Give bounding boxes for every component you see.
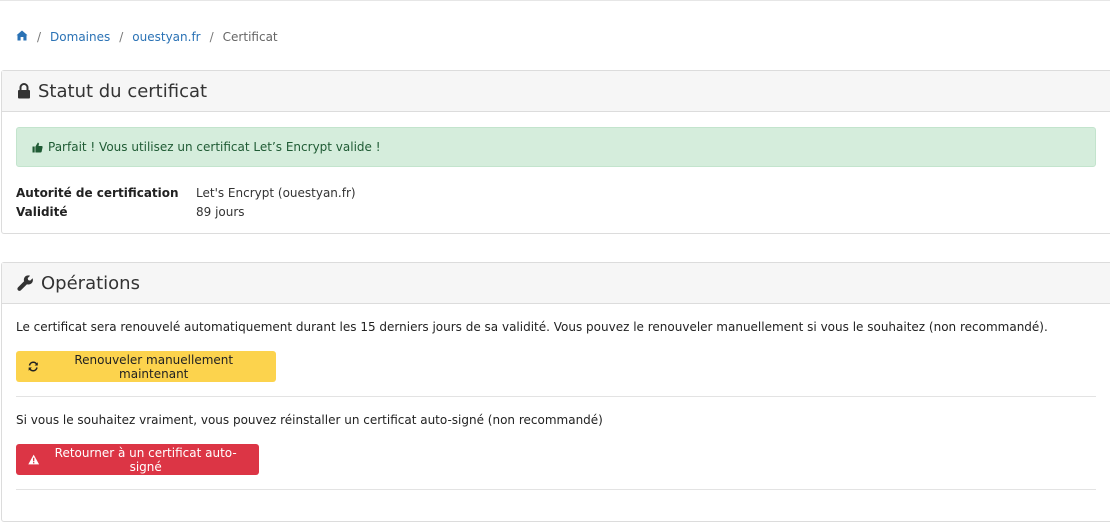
detail-value: Let's Encrypt (ouestyan.fr) — [196, 185, 356, 200]
panel-title: Statut du certificat — [38, 80, 208, 102]
selfsigned-description: Si vous le souhaitez vraiment, vous pouv… — [16, 413, 603, 427]
top-border — [0, 0, 1110, 1]
breadcrumb-current: Certificat — [222, 30, 278, 44]
warning-icon — [28, 454, 40, 465]
detail-label: Validité — [16, 204, 68, 219]
thumbs-up-icon — [32, 142, 43, 152]
wrench-icon — [17, 274, 33, 291]
breadcrumb-domains-link[interactable]: Domaines — [50, 30, 110, 44]
breadcrumb-home-link[interactable] — [16, 30, 28, 44]
revert-selfsigned-button[interactable]: Retourner à un certificat auto-signé — [16, 444, 259, 475]
refresh-icon — [28, 361, 38, 372]
divider — [16, 489, 1096, 490]
button-label: Retourner à un certificat auto-signé — [54, 445, 237, 474]
lock-icon — [18, 83, 30, 99]
breadcrumb-separator: / — [37, 30, 42, 44]
divider — [16, 396, 1096, 397]
detail-row: Autorité de certification Let's Encrypt … — [16, 183, 356, 202]
renew-certificate-button[interactable]: Renouveler manuellement maintenant — [16, 351, 276, 382]
certificate-status-panel: Statut du certificat Parfait ! Vous util… — [1, 70, 1110, 234]
renew-description: Le certificat sera renouvelé automatique… — [16, 320, 1048, 334]
alert-text: Parfait ! Vous utilisez un certificat Le… — [48, 140, 381, 154]
detail-value: 89 jours — [196, 204, 245, 219]
success-alert: Parfait ! Vous utilisez un certificat Le… — [16, 127, 1096, 167]
detail-label: Autorité de certification — [16, 185, 179, 200]
certificate-details: Autorité de certification Let's Encrypt … — [16, 183, 356, 221]
panel-heading: Opérations — [2, 263, 1110, 304]
breadcrumb: / Domaines / ouestyan.fr / Certificat — [16, 29, 278, 45]
breadcrumb-separator: / — [209, 30, 214, 44]
breadcrumb-domain-link[interactable]: ouestyan.fr — [132, 30, 200, 44]
panel-heading: Statut du certificat — [2, 71, 1110, 112]
detail-row: Validité 89 jours — [16, 202, 356, 221]
button-label: Renouveler manuellement maintenant — [74, 352, 234, 381]
home-icon — [16, 30, 28, 41]
panel-title: Opérations — [41, 272, 140, 294]
breadcrumb-separator: / — [119, 30, 124, 44]
operations-panel: Opérations Le certificat sera renouvelé … — [1, 262, 1110, 522]
